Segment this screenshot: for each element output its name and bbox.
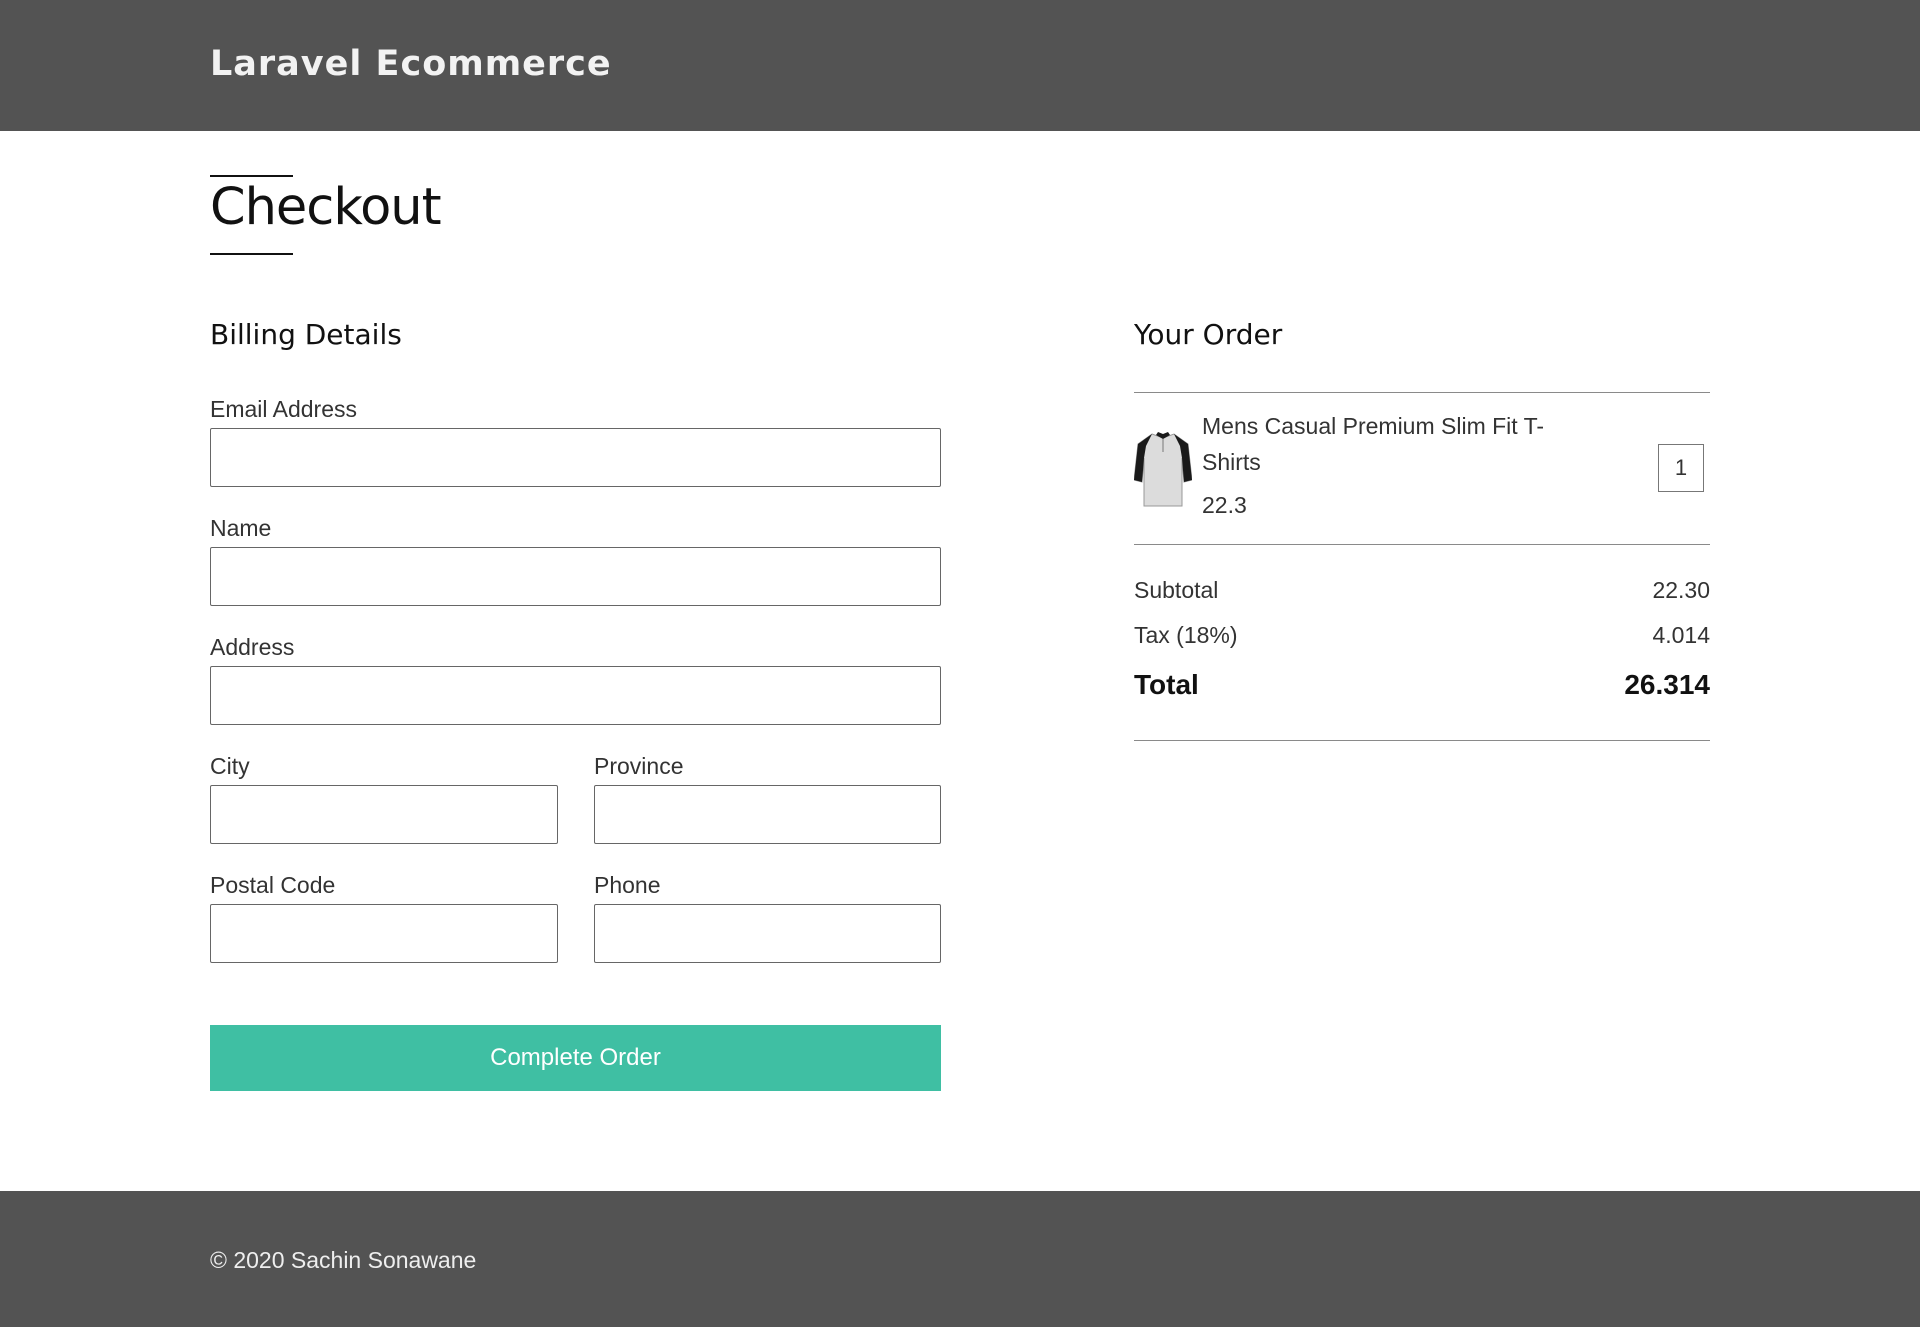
billing-details-heading: Billing Details <box>210 318 402 351</box>
province-field[interactable] <box>594 785 941 844</box>
order-divider-top <box>1134 392 1710 393</box>
total-label: Total <box>1134 669 1199 700</box>
postal-code-field[interactable] <box>210 904 558 963</box>
order-divider-bottom <box>1134 740 1710 741</box>
quantity-badge: 1 <box>1658 444 1704 492</box>
city-label: City <box>210 753 250 779</box>
title-rule-bottom <box>210 253 293 255</box>
order-item-name[interactable]: Mens Casual Premium Slim Fit T-Shirts <box>1202 408 1582 480</box>
address-field[interactable] <box>210 666 941 725</box>
brand-logo[interactable]: Laravel Ecommerce <box>210 44 612 84</box>
site-footer: © 2020 Sachin Sonawane <box>0 1191 1920 1327</box>
email-field[interactable] <box>210 428 941 487</box>
tshirt-icon <box>1134 432 1192 507</box>
subtotal-value: 22.30 <box>1652 577 1710 603</box>
title-rule-top <box>210 175 293 177</box>
email-label: Email Address <box>210 396 358 422</box>
copyright-text: © 2020 Sachin Sonawane <box>210 1247 477 1273</box>
complete-order-button[interactable]: Complete Order <box>210 1025 941 1091</box>
postal-code-label: Postal Code <box>210 872 336 898</box>
your-order-heading: Your Order <box>1134 318 1283 351</box>
tax-label: Tax (18%) <box>1134 622 1238 648</box>
name-field[interactable] <box>210 547 941 606</box>
tax-value: 4.014 <box>1652 622 1710 648</box>
order-item-price: 22.3 <box>1202 492 1247 518</box>
address-label: Address <box>210 634 295 660</box>
city-field[interactable] <box>210 785 558 844</box>
province-label: Province <box>594 753 684 779</box>
page-title: Checkout <box>210 178 442 237</box>
phone-label: Phone <box>594 872 661 898</box>
total-value: 26.314 <box>1624 669 1710 700</box>
phone-field[interactable] <box>594 904 941 963</box>
subtotal-label: Subtotal <box>1134 577 1219 603</box>
order-divider-middle <box>1134 544 1710 545</box>
site-header: Laravel Ecommerce <box>0 0 1920 131</box>
name-label: Name <box>210 515 272 541</box>
